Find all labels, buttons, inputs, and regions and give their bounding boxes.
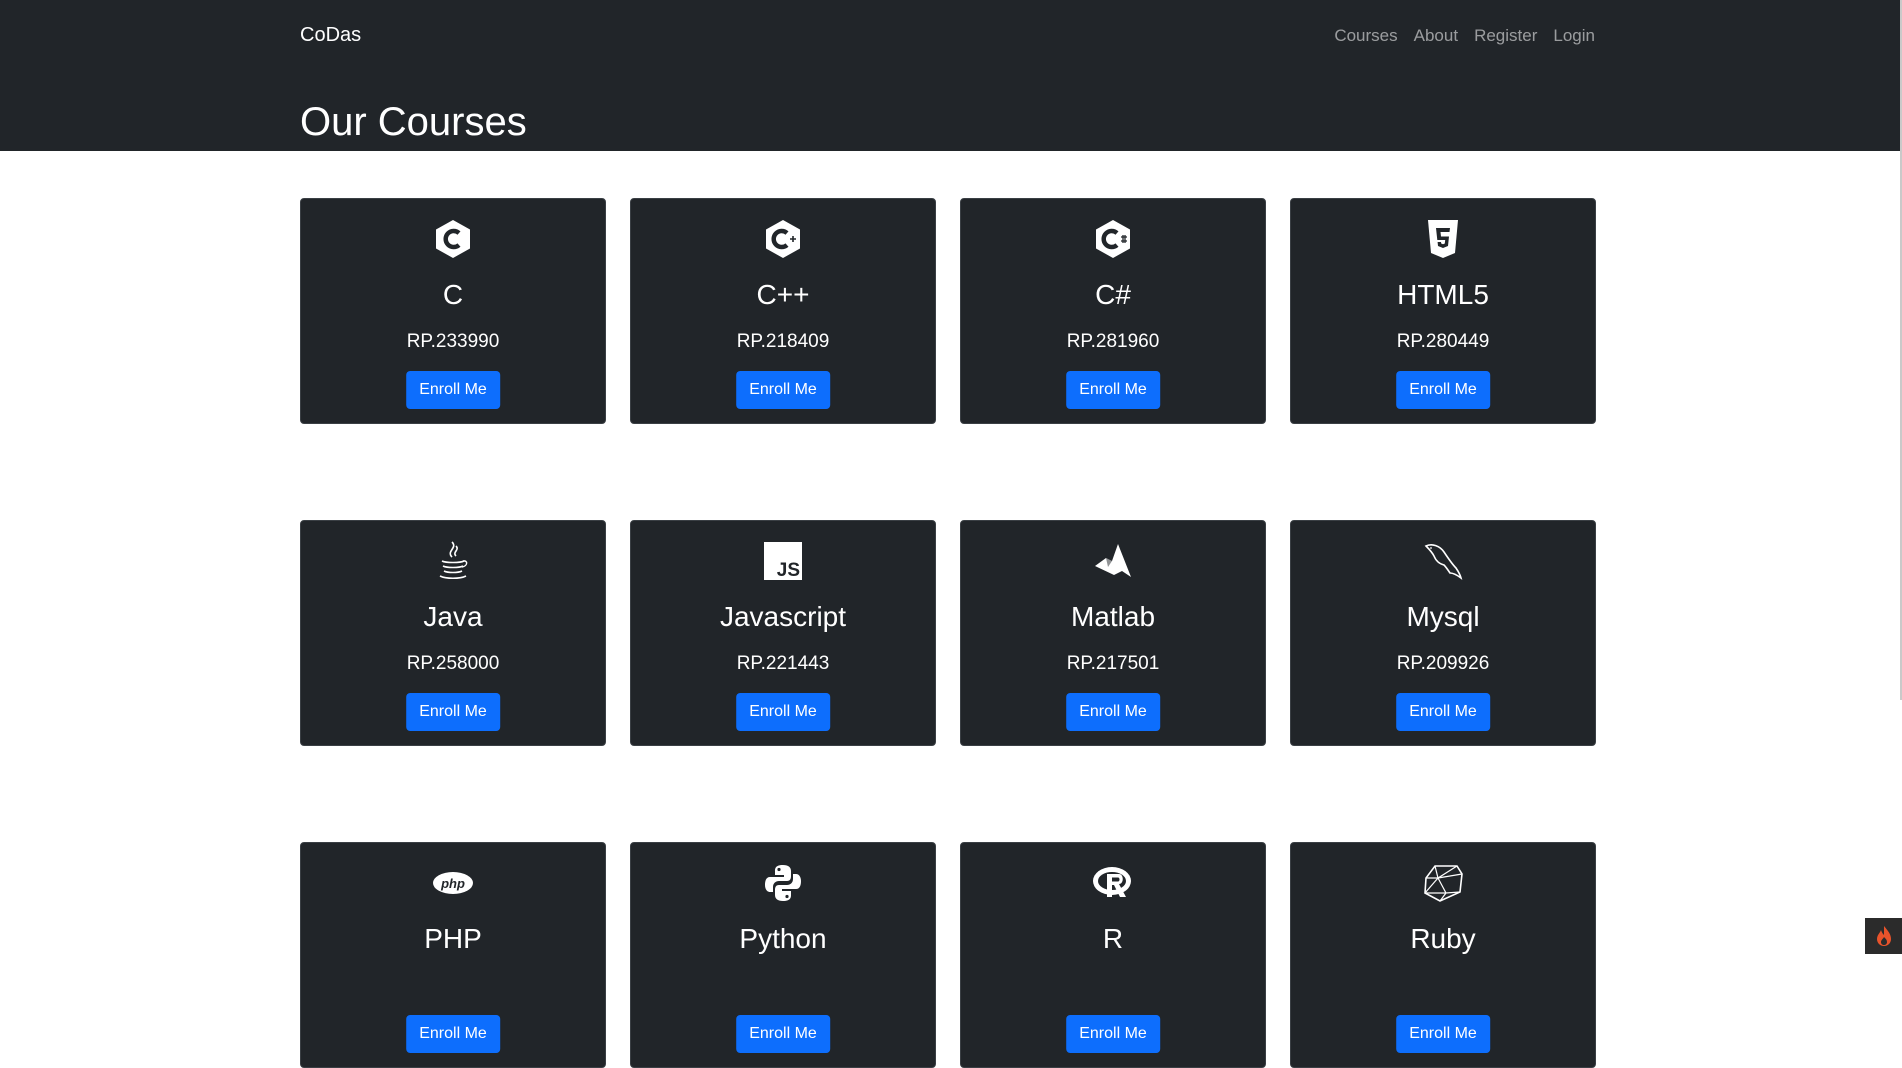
- flame-badge[interactable]: [1865, 918, 1902, 954]
- course-name: Java: [423, 601, 483, 632]
- c-language-icon: [431, 217, 475, 261]
- course-name: R: [1102, 923, 1124, 954]
- course-price: RP.218409: [736, 331, 830, 352]
- enroll-button[interactable]: Enroll Me: [1396, 693, 1490, 731]
- java-icon: [431, 539, 475, 583]
- course-name: Matlab: [1070, 601, 1156, 632]
- matlab-icon: [1091, 539, 1135, 583]
- enroll-button[interactable]: Enroll Me: [406, 693, 500, 731]
- svg-text:JS: JS: [777, 560, 800, 581]
- html5-icon: [1421, 217, 1465, 261]
- course-price: RP.258000: [406, 653, 500, 674]
- course-name: C#: [1095, 279, 1131, 310]
- nav-register-link[interactable]: Register: [1474, 26, 1537, 46]
- ruby-icon: [1421, 861, 1465, 905]
- course-name: PHP: [424, 923, 482, 954]
- course-price: RP.281960: [1066, 331, 1160, 352]
- php-icon: php: [431, 861, 475, 905]
- nav-about-link[interactable]: About: [1414, 26, 1458, 46]
- course-price: RP.280449: [1396, 331, 1490, 352]
- course-name: C: [442, 279, 464, 310]
- course-card: HTML5 RP.280449 Enroll Me: [1290, 198, 1596, 424]
- enroll-button[interactable]: Enroll Me: [736, 371, 830, 409]
- enroll-button[interactable]: Enroll Me: [736, 1015, 830, 1053]
- enroll-button[interactable]: Enroll Me: [1396, 371, 1490, 409]
- course-card: Ruby Enroll Me: [1290, 842, 1596, 1068]
- javascript-icon: JS: [761, 539, 805, 583]
- enroll-button[interactable]: Enroll Me: [1396, 1015, 1490, 1053]
- course-card: C# RP.281960 Enroll Me: [960, 198, 1266, 424]
- course-card: Mysql RP.209926 Enroll Me: [1290, 520, 1596, 746]
- top-header: CoDas Courses About Register Login Our C…: [0, 0, 1900, 151]
- course-card: Matlab RP.217501 Enroll Me: [960, 520, 1266, 746]
- python-icon: [761, 861, 805, 905]
- course-card: php PHP Enroll Me: [300, 842, 606, 1068]
- svg-text:php: php: [440, 876, 465, 891]
- course-name: Ruby: [1410, 923, 1476, 954]
- enroll-button[interactable]: Enroll Me: [1066, 1015, 1160, 1053]
- course-price: RP.233990: [406, 331, 500, 352]
- course-card: C++ RP.218409 Enroll Me: [630, 198, 936, 424]
- nav-login-link[interactable]: Login: [1553, 26, 1595, 46]
- course-grid: C RP.233990 Enroll Me C++ RP.218409 Enro…: [300, 198, 1596, 1068]
- course-name: HTML5: [1397, 279, 1489, 310]
- brand-logo-link[interactable]: CoDas: [300, 24, 361, 47]
- course-name: Python: [739, 923, 827, 954]
- page-title: Our Courses: [300, 100, 527, 144]
- nav-courses-link[interactable]: Courses: [1334, 26, 1397, 46]
- r-language-icon: [1091, 861, 1135, 905]
- course-card: C RP.233990 Enroll Me: [300, 198, 606, 424]
- enroll-button[interactable]: Enroll Me: [406, 371, 500, 409]
- enroll-button[interactable]: Enroll Me: [736, 693, 830, 731]
- course-card: JS Javascript RP.221443 Enroll Me: [630, 520, 936, 746]
- course-price: RP.221443: [736, 653, 830, 674]
- course-name: Mysql: [1406, 601, 1480, 632]
- course-card: Python Enroll Me: [630, 842, 936, 1068]
- enroll-button[interactable]: Enroll Me: [1066, 371, 1160, 409]
- main-nav: Courses About Register Login: [1334, 26, 1595, 46]
- flame-icon: [1876, 926, 1891, 946]
- course-card: R Enroll Me: [960, 842, 1266, 1068]
- course-name: C++: [756, 279, 810, 310]
- enroll-button[interactable]: Enroll Me: [1066, 693, 1160, 731]
- course-price: RP.217501: [1066, 653, 1160, 674]
- mysql-icon: [1421, 539, 1465, 583]
- course-name: Javascript: [719, 601, 847, 632]
- course-card: Java RP.258000 Enroll Me: [300, 520, 606, 746]
- enroll-button[interactable]: Enroll Me: [406, 1015, 500, 1053]
- course-price: RP.209926: [1396, 653, 1490, 674]
- cplusplus-icon: [761, 217, 805, 261]
- csharp-icon: [1091, 217, 1135, 261]
